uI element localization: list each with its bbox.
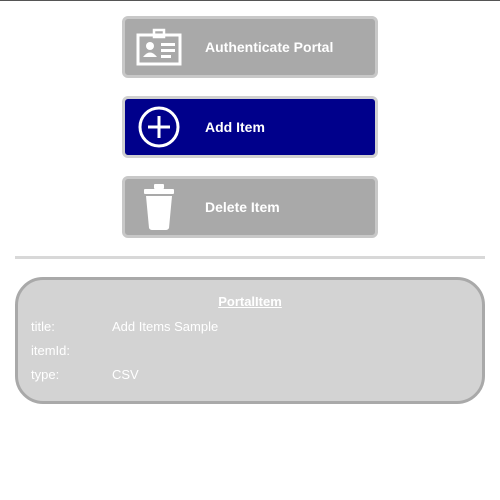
field-value: CSV [112, 367, 139, 382]
portal-item-heading: PortalItem [218, 294, 282, 309]
id-card-icon [129, 19, 189, 75]
trash-icon [129, 179, 189, 235]
section-divider [15, 256, 485, 259]
delete-item-button[interactable]: Delete Item [122, 176, 378, 238]
delete-item-label: Delete Item [205, 199, 280, 215]
authenticate-portal-button[interactable]: Authenticate Portal [122, 16, 378, 78]
plus-circle-icon [129, 99, 189, 155]
authenticate-portal-label: Authenticate Portal [205, 39, 334, 55]
top-border [0, 0, 500, 1]
add-item-button[interactable]: Add Item [122, 96, 378, 158]
add-item-label: Add Item [205, 119, 265, 135]
field-value: Add Items Sample [112, 319, 219, 334]
field-key: itemId: [31, 343, 71, 358]
portal-item-card: PortalItem title: Add Items Sample itemI… [15, 277, 485, 404]
field-key: type: [31, 367, 60, 382]
field-key: title: [31, 319, 55, 334]
